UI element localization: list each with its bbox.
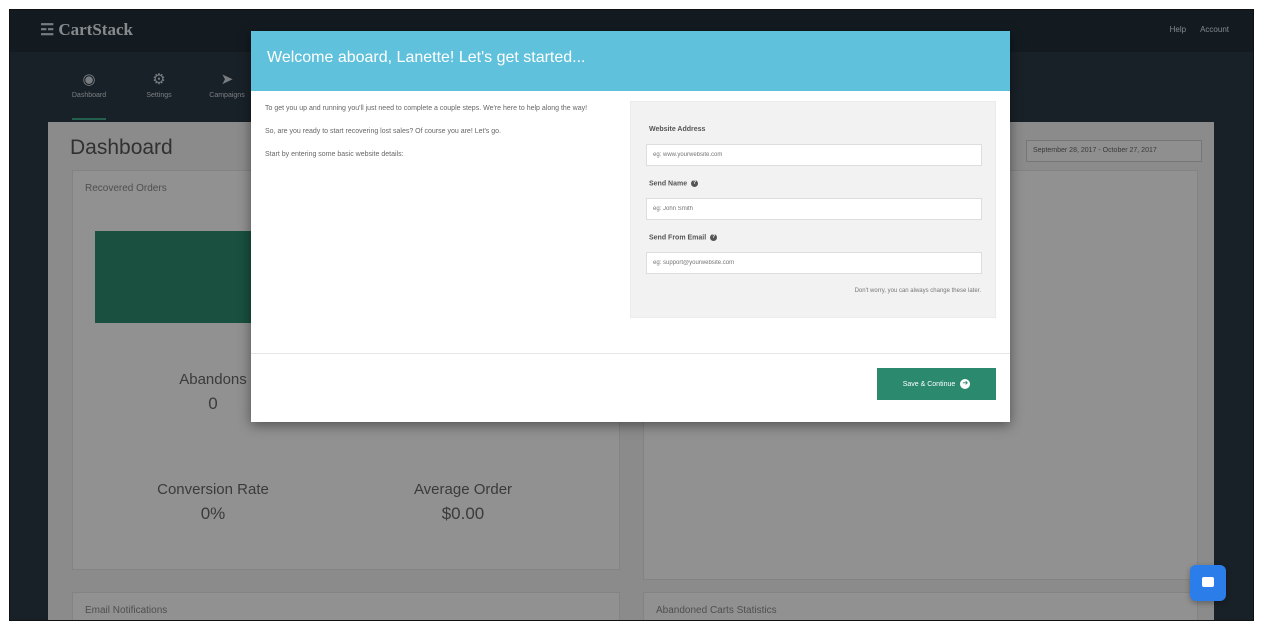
- send-name-input[interactable]: [646, 198, 982, 220]
- modal-footer: Save & Continue ➜: [251, 354, 1010, 421]
- intro-paragraph: Start by entering some basic website det…: [265, 151, 404, 158]
- modal-body: To get you up and running you'll just ne…: [251, 91, 1010, 354]
- help-icon[interactable]: ?: [691, 180, 699, 187]
- modal-title: Welcome aboard, Lanette! Let's get start…: [251, 31, 1010, 91]
- save-continue-button[interactable]: Save & Continue ➜: [877, 368, 996, 400]
- send-from-email-label: Send From Email: [649, 234, 707, 242]
- welcome-modal: Welcome aboard, Lanette! Let's get start…: [251, 31, 1010, 422]
- website-form: Website Address Send Name ? Send From Em…: [630, 101, 996, 318]
- change-later-note: Don't worry, you can always change these…: [854, 288, 981, 294]
- arrow-right-circle-icon: ➜: [960, 379, 971, 389]
- send-from-email-input[interactable]: [646, 252, 982, 274]
- website-address-label: Website Address: [649, 126, 706, 133]
- save-continue-label: Save & Continue: [902, 380, 956, 388]
- send-name-label: Send Name: [649, 180, 688, 188]
- intro-paragraph: To get you up and running you'll just ne…: [265, 105, 588, 112]
- chat-widget-button[interactable]: [1190, 565, 1226, 601]
- intro-text: To get you up and running you'll just ne…: [265, 103, 595, 172]
- intro-paragraph: So, are you ready to start recovering lo…: [265, 128, 501, 135]
- chat-bubble-icon: [1202, 577, 1214, 587]
- send-from-email-label-row: Send From Email ?: [649, 234, 718, 242]
- send-name-label-row: Send Name ?: [649, 180, 699, 188]
- help-icon[interactable]: ?: [710, 234, 718, 241]
- app-frame: ☲ CartStack Help Account ◉ Dashboard ⚙ S…: [9, 9, 1254, 621]
- website-address-input[interactable]: [646, 144, 982, 166]
